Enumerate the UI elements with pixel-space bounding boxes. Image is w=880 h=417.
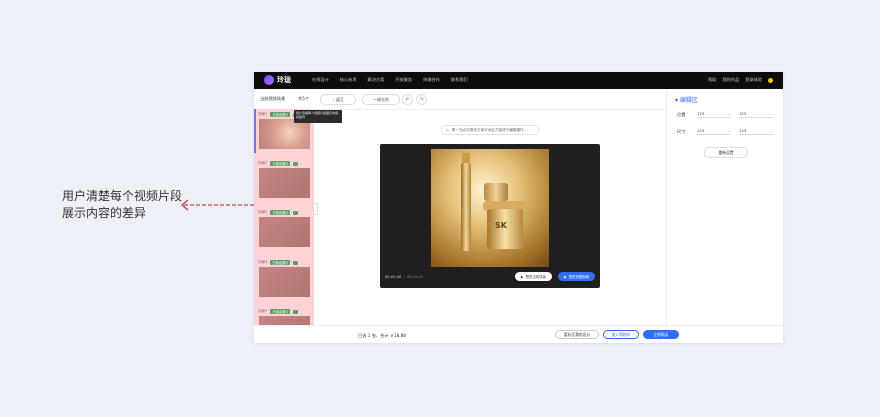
play-icon: ▶ [521,274,524,279]
clip-thumbnail[interactable] [259,168,310,198]
my-works-link[interactable]: 我的作品 [722,77,739,83]
edit-hint: ◇ 再一次点击换页方案可对此方案进行编辑操作... [441,125,539,135]
order-summary: 已选 1 张，合计 ￥18.88 [358,333,406,338]
position-y-input[interactable]: 123 ⌄ [739,110,773,118]
nav-item[interactable]: 在线设计 [312,77,329,83]
edit-panel: ▾ 编辑区 位置 123 ⌄ 123 ⌄ 尺寸 123 ⌄ 123 ⌄ 重新设置 [666,89,783,325]
scene-count: 共5个 [298,96,310,101]
clip-tag: 已锁定图片 [270,161,291,166]
info-icon: ◇ [446,128,449,132]
video-time: 00:02:00 / 00:15:00 [385,275,424,279]
nav-item[interactable]: 解决方案 [368,77,385,83]
logo-text: 玲珑 [277,76,291,84]
video-player: SK 00:02:00 / 00:15:00 ▶ 预览当前场景 ▶ 预览完整视频 [380,144,600,288]
buy-now-button[interactable]: 立即购买 [643,330,679,339]
coin-icon [768,77,773,83]
lock-icon [293,210,299,215]
add-to-cart-button[interactable]: 加入购物车 [603,330,639,339]
clip-index: 场景1 [258,112,268,116]
size-height-input[interactable]: 123 ⌄ [739,127,773,135]
clip-item[interactable]: 场景2 已锁定图片 [256,160,312,198]
nav-item[interactable]: 联系我们 [451,77,468,83]
clip-tag: 已锁定图片 [270,112,291,117]
save-draft-button[interactable]: 暂存至我的设计 [555,330,599,339]
clip-tag: 已锁定图片 [270,309,291,314]
annotation-arrow-icon [180,199,256,211]
clip-index: 场景2 [258,161,268,165]
size-label: 尺寸 [677,129,686,134]
logo[interactable]: 玲珑 [264,75,291,85]
clip-list-resize-handle[interactable] [313,203,318,215]
back-button[interactable]: ‹ 返回 [320,94,356,105]
position-x-input[interactable]: 123 ⌄ [697,110,731,118]
annotation-text: 用户清楚每个视频片段展示内容的差异 [62,189,183,220]
logo-icon [264,75,274,85]
clip-thumbnail[interactable] [259,217,310,247]
checkout-footer: 已选 1 张，合计 ￥18.88 暂存至我的设计 加入购物车 立即购买 [254,325,783,343]
clip-tooltip: 用户清楚每个视频片段展示内容的差异 [294,110,342,123]
clip-list: 场景1 已锁定图片 场景2 已锁定图片 场景3 已锁定图片 场景4 已锁定图片 … [254,109,314,325]
preview-scene-button[interactable]: ▶ 预览当前场景 [515,272,552,281]
video-frame[interactable]: SK [431,149,549,267]
nav-item[interactable]: 终端合作 [423,77,440,83]
lock-icon [293,309,299,314]
clip-thumbnail[interactable] [259,267,310,297]
clip-thumbnail[interactable] [259,119,310,149]
size-width-input[interactable]: 123 ⌄ [697,127,731,135]
help-link[interactable]: 帮助 [708,77,716,83]
clip-index: 场景4 [258,260,268,264]
play-icon: ▶ [564,274,567,279]
redo-icon[interactable]: ↷ [416,94,427,105]
clip-index: 场景3 [258,210,268,214]
panel-title: ▾ 编辑区 [675,97,698,104]
clip-thumbnail[interactable] [259,316,310,325]
editor-toolbar: 当前视频场景 共5个 ‹ 返回 一键去除 ↶ ↷ [254,89,666,110]
nav-item[interactable]: 开放服务 [395,77,412,83]
position-label: 位置 [677,112,686,117]
reset-button[interactable]: 重新设置 [704,147,748,158]
replace-button[interactable]: 一键去除 [362,94,400,105]
clip-item[interactable]: 场景4 已锁定图片 [256,259,312,297]
lock-icon [293,161,299,166]
app-window: 玲珑 在线设计 核心技术 解决方案 开放服务 终端合作 联系我们 帮助 我的作品… [254,72,783,343]
clip-tag: 已锁定图片 [270,260,291,265]
top-nav-bar: 玲珑 在线设计 核心技术 解决方案 开放服务 终端合作 联系我们 帮助 我的作品… [254,72,783,89]
login-link[interactable]: 登录体验 [745,77,762,83]
lock-icon [293,260,299,265]
main-nav: 在线设计 核心技术 解决方案 开放服务 终端合作 联系我们 [312,77,468,83]
top-right-menu: 帮助 我的作品 登录体验 [708,77,773,83]
undo-icon[interactable]: ↶ [402,94,413,105]
clip-tag: 已锁定图片 [270,210,291,215]
clip-index: 场景5 [258,309,268,313]
preview-full-video-button[interactable]: ▶ 预览完整视频 [558,272,595,281]
clip-item[interactable]: 场景5 已锁定图片 [256,308,312,325]
nav-item[interactable]: 核心技术 [340,77,357,83]
clip-item[interactable]: 场景3 已锁定图片 [256,209,312,247]
scene-title: 当前视频场景 [260,96,286,101]
